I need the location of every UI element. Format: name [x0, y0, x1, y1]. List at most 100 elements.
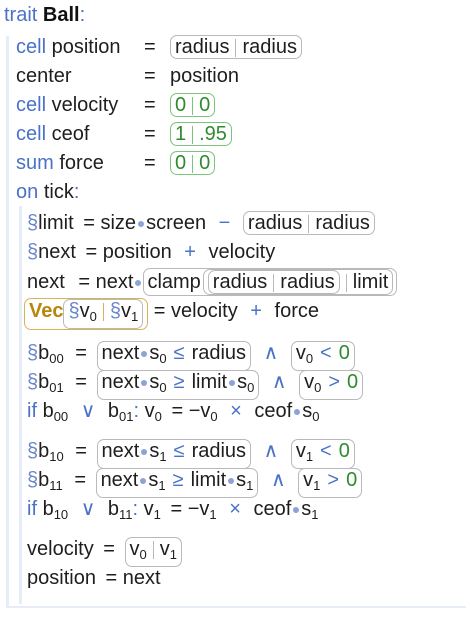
function-name[interactable]: clamp: [147, 271, 200, 293]
expr-term[interactable]: next: [101, 469, 139, 491]
expr-term[interactable]: next: [102, 342, 140, 364]
field-position[interactable]: cell position = radius radius: [16, 34, 302, 60]
trait-header[interactable]: trait Ball:: [4, 2, 85, 28]
tuple-item[interactable]: radius: [315, 212, 369, 234]
tuple[interactable]: radius radius: [170, 35, 302, 59]
field-value[interactable]: position: [170, 63, 239, 89]
comparison[interactable]: v1 >0: [298, 468, 363, 498]
var-name[interactable]: v: [80, 300, 90, 322]
field-s[interactable]: s: [149, 342, 159, 364]
var-name[interactable]: b: [108, 400, 119, 422]
stmt-if-1[interactable]: if b10 ∨ b11: v1 = −v1 × ceof s1: [27, 496, 319, 522]
stmt-velocity-assign[interactable]: velocity = v0 v1: [27, 536, 182, 567]
field-s[interactable]: s: [149, 440, 159, 462]
tuple[interactable]: radius radius: [207, 270, 340, 294]
stmt-b10[interactable]: §b10 = next s1 ≤ radius ∧ v1 <0: [27, 438, 355, 469]
expr-term[interactable]: next: [102, 371, 140, 393]
tuple[interactable]: §v0 §v1: [63, 299, 144, 329]
stmt-position-assign[interactable]: position = next: [27, 565, 161, 591]
expr-term[interactable]: radius: [192, 342, 246, 364]
var-name[interactable]: v: [121, 300, 131, 322]
field-s[interactable]: s: [149, 371, 159, 393]
field-s[interactable]: s: [302, 400, 312, 422]
var-name[interactable]: velocity: [27, 538, 94, 560]
var-name[interactable]: v: [199, 498, 209, 520]
expr-term[interactable]: ceof: [254, 400, 292, 422]
stmt-next-decl[interactable]: §next = position + velocity: [27, 239, 275, 265]
handler-name[interactable]: tick: [44, 181, 74, 203]
comparison[interactable]: v0 >0: [299, 370, 364, 400]
tuple[interactable]: v0 v1: [124, 537, 182, 567]
field-name[interactable]: center: [16, 65, 72, 87]
expr-term[interactable]: force: [275, 300, 319, 322]
tuple-item[interactable]: radius: [248, 212, 302, 234]
field-name[interactable]: ceof: [52, 123, 90, 145]
comparison[interactable]: v0 <0: [290, 341, 355, 371]
field-name[interactable]: position: [52, 36, 121, 58]
expr-term[interactable]: next: [96, 271, 134, 293]
expr-term[interactable]: limit: [192, 371, 228, 393]
tuple[interactable]: radius radius: [242, 211, 375, 235]
var-name[interactable]: v: [145, 400, 155, 422]
var-name[interactable]: v: [296, 342, 306, 364]
expr-term[interactable]: radius: [192, 440, 246, 462]
var-name[interactable]: b: [38, 440, 49, 462]
expr-term[interactable]: next: [123, 567, 161, 589]
handler-tick[interactable]: on tick:: [16, 179, 79, 205]
call-clamp[interactable]: clamp radius radius limit: [143, 268, 398, 296]
expr-term[interactable]: next: [102, 440, 140, 462]
var-name[interactable]: b: [38, 342, 49, 364]
tuple-item[interactable]: 0: [175, 94, 186, 116]
var-name[interactable]: b: [43, 498, 54, 520]
comparison[interactable]: next s1 ≥ limit s1: [95, 468, 259, 498]
var-name[interactable]: next: [38, 241, 76, 263]
stmt-b00[interactable]: §b00 = next s0 ≤ radius ∧ v0 <0: [27, 340, 355, 371]
tuple-item[interactable]: 0: [199, 94, 210, 116]
stmt-if-0[interactable]: if b00 ∨ b01: v0 = −v0 × ceof s0: [27, 398, 319, 424]
tuple-item[interactable]: radius: [175, 36, 229, 58]
field-center[interactable]: center = position: [16, 63, 239, 89]
tuple-item[interactable]: 0: [199, 152, 210, 174]
field-velocity[interactable]: cell velocity = 00: [16, 92, 216, 118]
var-name[interactable]: next: [27, 271, 65, 293]
tuple-item[interactable]: limit: [353, 271, 389, 293]
tuple[interactable]: 1.95: [170, 122, 232, 146]
field-s[interactable]: s: [236, 469, 246, 491]
var-name[interactable]: b: [108, 498, 119, 520]
var-name[interactable]: position: [27, 567, 96, 589]
var-name[interactable]: v: [144, 498, 154, 520]
expr-term[interactable]: size: [100, 212, 136, 234]
var-name[interactable]: v: [304, 371, 314, 393]
stmt-limit[interactable]: §limit = size screen − radius radius: [27, 210, 375, 236]
number[interactable]: 0: [339, 342, 350, 364]
var-name[interactable]: v: [303, 469, 313, 491]
stmt-next-clamp[interactable]: next = next clamp radius radius limit: [27, 268, 398, 296]
field-force[interactable]: sum force = 00: [16, 150, 216, 176]
expr-term[interactable]: screen: [146, 212, 206, 234]
tuple-item[interactable]: radius: [280, 271, 334, 293]
var-name[interactable]: limit: [38, 212, 74, 234]
expr-term[interactable]: ceof: [253, 498, 291, 520]
vec-constructor[interactable]: Vec: [29, 300, 63, 322]
comparison[interactable]: next s0 ≤ radius: [96, 341, 252, 371]
number[interactable]: 0: [339, 440, 350, 462]
field-ceof[interactable]: cell ceof = 1.95: [16, 121, 232, 147]
vec-pattern[interactable]: Vec §v0 §v1: [24, 298, 149, 330]
comparison[interactable]: next s1 ≤ radius: [96, 439, 252, 469]
tuple-item[interactable]: 1: [175, 123, 186, 145]
stmt-b01[interactable]: §b01 = next s0 ≥ limit s0 ∧ v0 >0: [27, 369, 364, 400]
tuple[interactable]: 00: [170, 93, 216, 117]
field-s[interactable]: s: [237, 371, 247, 393]
expr-term[interactable]: velocity: [209, 241, 276, 263]
comparison[interactable]: next s0 ≥ limit s0: [96, 370, 260, 400]
field-s[interactable]: s: [301, 498, 311, 520]
var-name[interactable]: b: [38, 371, 49, 393]
tuple-item[interactable]: radius: [242, 36, 296, 58]
number[interactable]: 0: [347, 371, 358, 393]
var-name[interactable]: v: [130, 538, 140, 560]
expr-term[interactable]: velocity: [171, 300, 238, 322]
var-name[interactable]: b: [38, 469, 49, 491]
stmt-vec-destructure[interactable]: Vec §v0 §v1 = velocity + force: [24, 298, 319, 330]
tuple-item[interactable]: 0: [175, 152, 186, 174]
number[interactable]: 0: [346, 469, 357, 491]
